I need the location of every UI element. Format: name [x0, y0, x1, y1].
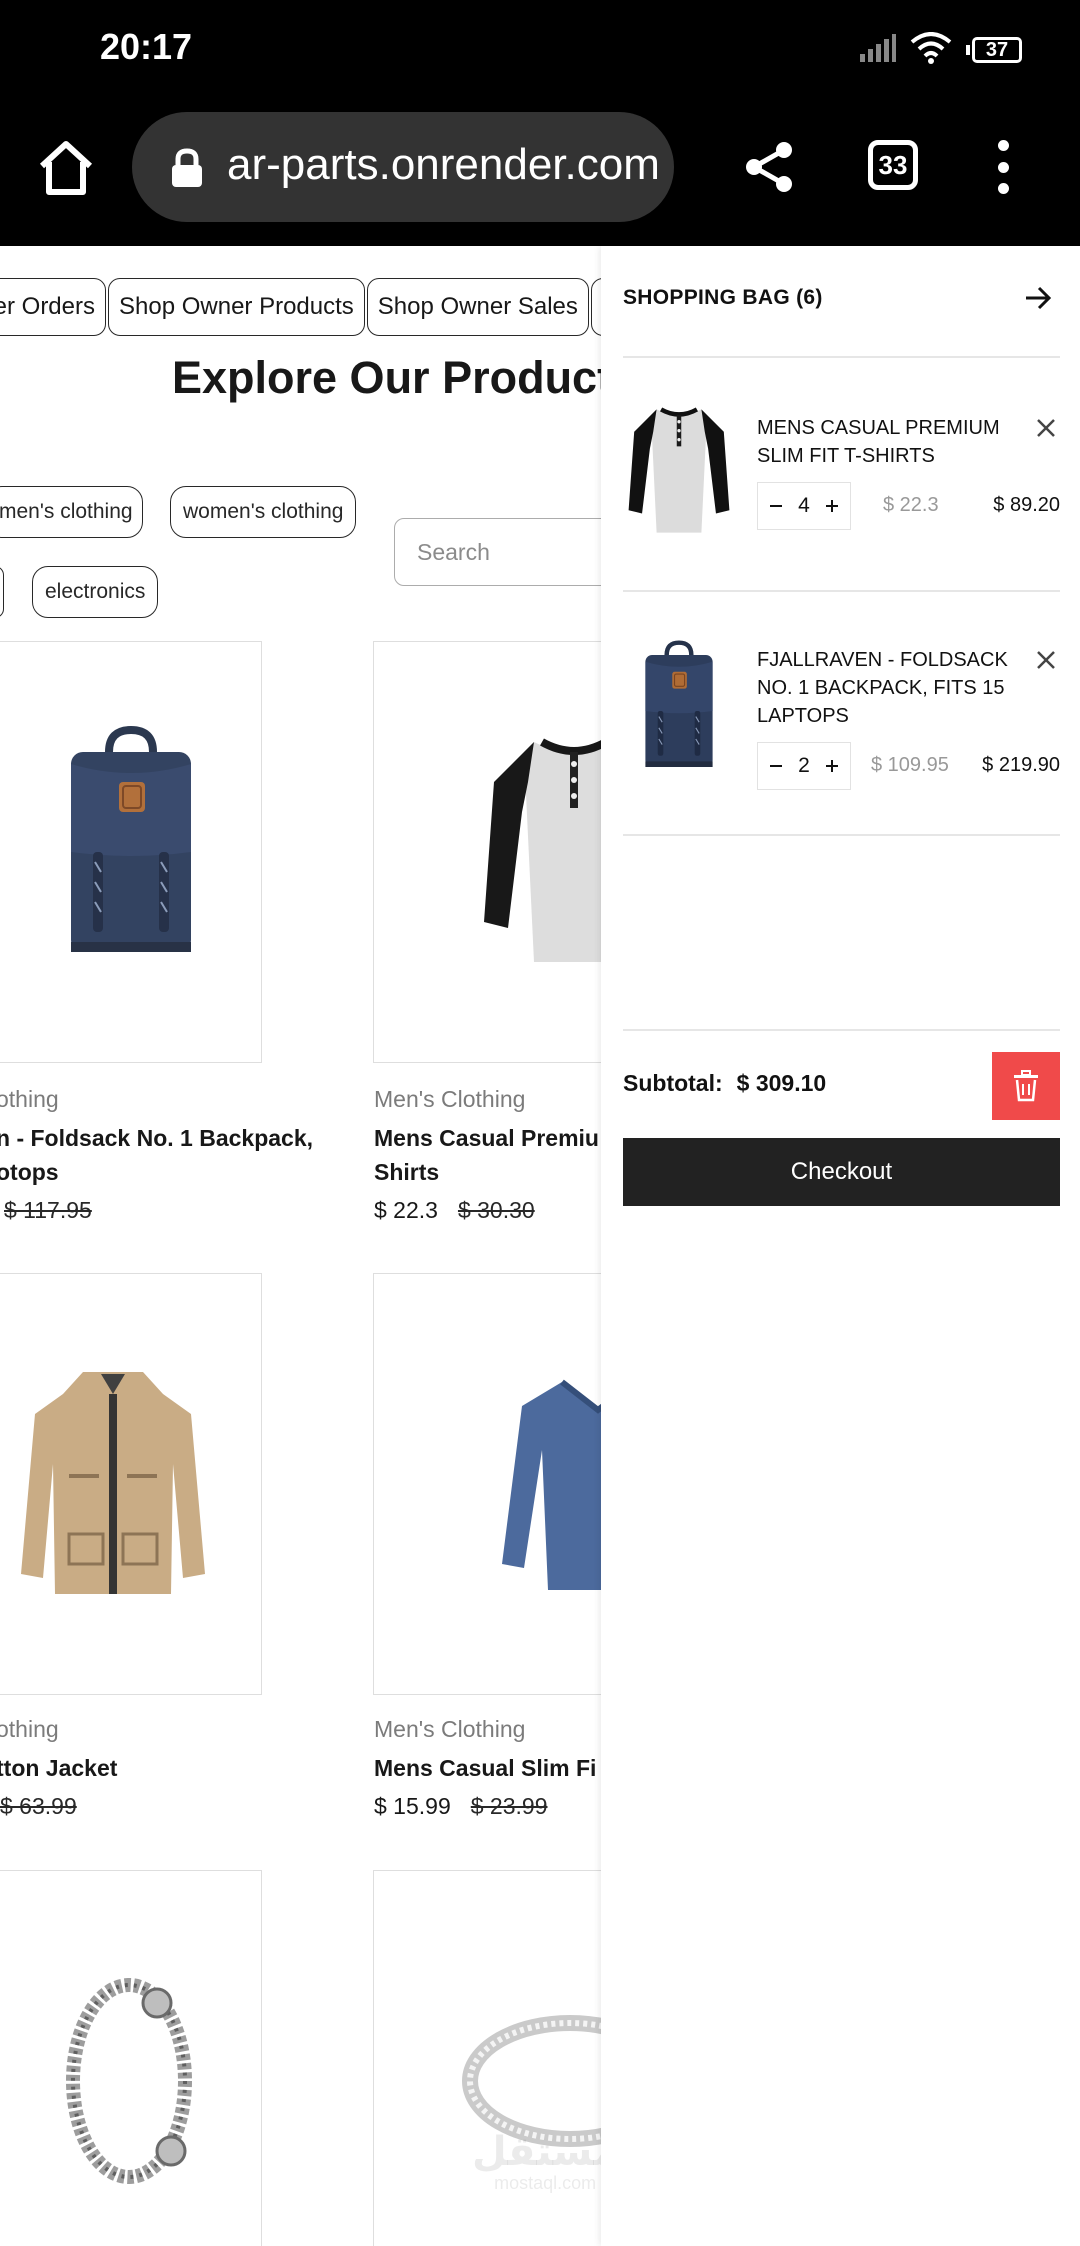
share-icon [746, 142, 792, 192]
status-time: 20:17 [100, 26, 193, 67]
drawer-backdrop[interactable] [0, 246, 601, 2246]
cart-item-line-total: $ 89.20 [993, 494, 1060, 516]
remove-item-button[interactable] [1032, 646, 1060, 674]
address-bar[interactable]: ar-parts.onrender.com [132, 112, 674, 222]
shopping-bag-drawer: SHOPPING BAG (6) Mens Casual Premium Sli… [601, 246, 1080, 2246]
close-icon [1037, 651, 1055, 669]
trash-icon [1014, 1070, 1038, 1102]
remove-item-button[interactable] [1032, 414, 1060, 442]
subtotal: Subtotal: $ 309.10 [623, 1070, 826, 1097]
phone-screen: 20:17 37 ar-parts.onrender.com 33 er Ord… [0, 0, 1080, 2246]
minus-icon [770, 505, 782, 507]
close-icon [1037, 419, 1055, 437]
browser-toolbar: ar-parts.onrender.com 33 [0, 100, 1080, 246]
tab-switcher-button[interactable]: 33 [868, 140, 918, 190]
checkout-button[interactable]: Checkout [623, 1138, 1060, 1206]
decrease-quantity-button[interactable] [766, 756, 786, 776]
quantity-value: 4 [798, 494, 810, 517]
divider [623, 834, 1060, 836]
decrease-quantity-button[interactable] [766, 496, 786, 516]
menu-dot [997, 140, 1009, 151]
divider [623, 356, 1060, 358]
lock-icon [170, 148, 204, 193]
menu-dot [997, 161, 1009, 173]
url-text: ar-parts.onrender.com [227, 140, 660, 189]
battery-level: 37 [972, 37, 1022, 63]
minus-icon [770, 765, 782, 767]
cart-item-unit-price: $ 22.3 [883, 494, 939, 516]
increase-quantity-button[interactable] [822, 756, 842, 776]
increase-quantity-button[interactable] [822, 496, 842, 516]
plus-icon [826, 500, 838, 512]
drawer-title: SHOPPING BAG (6) [623, 286, 823, 309]
cart-item-line-total: $ 219.90 [982, 754, 1060, 776]
cart-item-name: Mens Casual Premium Slim Fit T-Shirts [757, 417, 1000, 467]
wifi-icon [910, 31, 952, 69]
battery-tip [966, 45, 970, 55]
subtotal-label: Subtotal: [623, 1070, 723, 1096]
home-icon [39, 141, 93, 195]
close-drawer-button[interactable] [1022, 282, 1054, 314]
clear-cart-button[interactable] [992, 1052, 1060, 1120]
status-icons: 37 [860, 30, 1022, 70]
share-button[interactable] [742, 140, 796, 194]
cart-item-image [623, 636, 735, 786]
plus-icon [826, 760, 838, 772]
battery-indicator: 37 [966, 37, 1022, 63]
arrow-right-icon [1026, 286, 1052, 310]
menu-dot [997, 183, 1009, 194]
quantity-stepper: 4 [757, 482, 851, 530]
quantity-value: 2 [798, 754, 810, 777]
cart-item-image [623, 396, 735, 546]
cart-item-name: Fjallraven - Foldsack No. 1 Backpack, Fi… [757, 649, 1008, 727]
divider [623, 590, 1060, 592]
home-button[interactable] [36, 138, 96, 198]
browser-menu-button[interactable] [988, 140, 1018, 194]
drawer-header: SHOPPING BAG (6) [623, 274, 1060, 324]
signal-icon [860, 33, 896, 67]
cart-item-unit-price: $ 109.95 [871, 754, 949, 776]
status-bar: 20:17 37 [0, 0, 1080, 100]
quantity-stepper: 2 [757, 742, 851, 790]
divider [623, 1029, 1060, 1031]
subtotal-value: $ 309.10 [736, 1070, 827, 1096]
